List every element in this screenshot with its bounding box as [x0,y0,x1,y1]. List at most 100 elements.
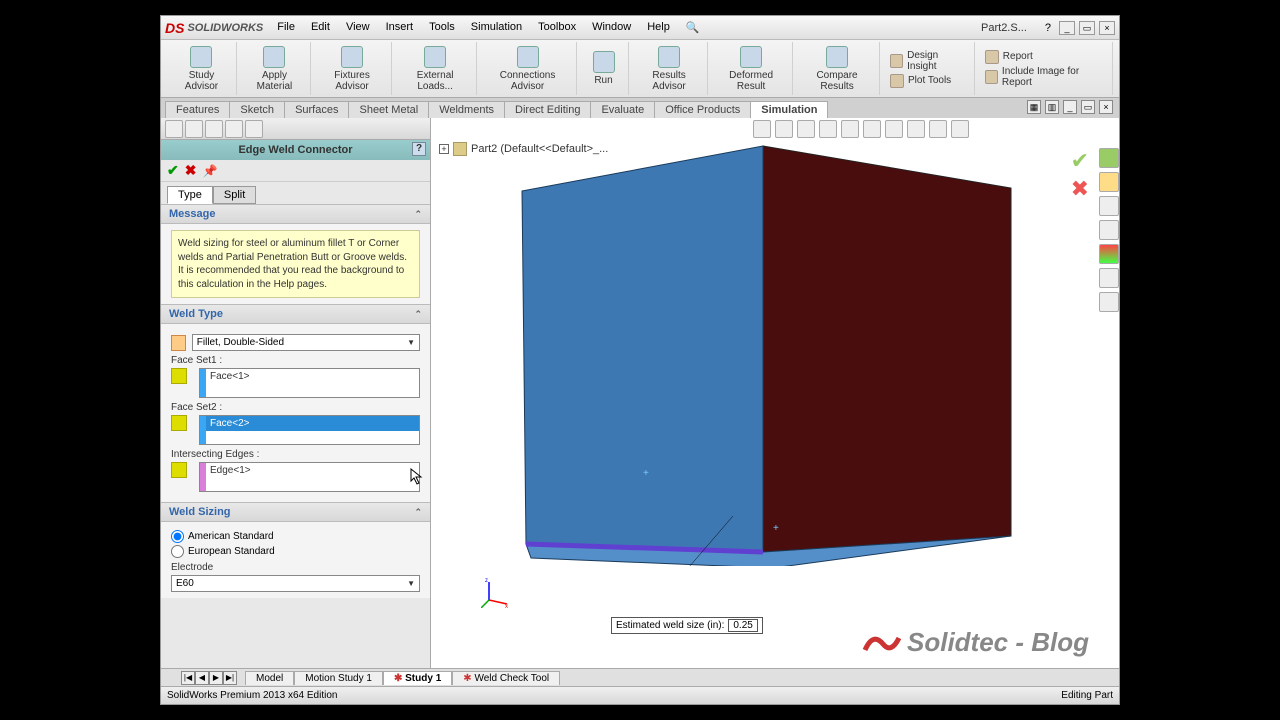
section-header-weld-sizing[interactable]: Weld Sizing⌃ [161,503,430,522]
menu-help[interactable]: Help [641,19,676,36]
tab-evaluate[interactable]: Evaluate [590,101,655,118]
radio-american-standard[interactable]: American Standard [171,530,420,543]
app-window: DS SOLIDWORKS File Edit View Insert Tool… [160,15,1120,705]
plot-tools-button[interactable]: Plot Tools [890,74,966,88]
menu-view[interactable]: View [340,19,376,36]
electrode-label: Electrode [171,562,420,573]
external-loads-button[interactable]: External Loads... [394,42,477,95]
radio-european-standard[interactable]: European Standard [171,545,420,558]
weld-type-icon [171,335,186,351]
simulation-tab-icon[interactable] [1099,292,1119,312]
tab-office-products[interactable]: Office Products [654,101,751,118]
bottom-tab-motion-study[interactable]: Motion Study 1 [294,671,383,685]
orientation-triad: z x [481,578,511,608]
pane-minimize-icon[interactable]: _ [1063,100,1077,114]
design-insight-icon [890,54,903,68]
pane-close-icon[interactable]: × [1099,100,1113,114]
tab-sheet-metal[interactable]: Sheet Metal [348,101,429,118]
deformed-result-button[interactable]: Deformed Result [710,42,793,95]
compare-icon [826,46,848,68]
confirm-check-icon[interactable]: ✔ [1071,148,1089,174]
tab-direct-editing[interactable]: Direct Editing [504,101,591,118]
tab-weldments[interactable]: Weldments [428,101,505,118]
run-button[interactable]: Run [579,42,629,95]
pushpin-icon[interactable]: 📌 [202,164,217,178]
menu-insert[interactable]: Insert [380,19,420,36]
pane-list-icon[interactable]: ▥ [1045,100,1059,114]
edge-icon[interactable] [171,462,187,478]
compare-results-button[interactable]: Compare Results [795,42,880,95]
expand-icon[interactable]: + [439,144,449,154]
menu-toolbox[interactable]: Toolbox [532,19,582,36]
confirm-cancel-icon[interactable]: ✖ [1071,176,1089,202]
display-manager-icon[interactable] [245,120,263,138]
design-library-tab-icon[interactable] [1099,172,1119,192]
svg-text:+: + [643,468,649,479]
svg-text:z: z [485,578,488,584]
pm-body[interactable]: Message⌃ Weld sizing for steel or alumin… [161,204,430,668]
appearances-tab-icon[interactable] [1099,244,1119,264]
bottom-tab-weld-check[interactable]: ✱ Weld Check Tool [452,671,560,685]
tab-first-icon[interactable]: |◀ [181,671,195,685]
report-button[interactable]: Report [985,50,1104,64]
restore-button[interactable]: ▭ [1079,21,1095,35]
pane-restore-icon[interactable]: ▭ [1081,100,1095,114]
minimize-button[interactable]: _ [1059,21,1075,35]
bottom-tab-model[interactable]: Model [245,671,294,685]
results-advisor-button[interactable]: Results Advisor [631,42,708,95]
tab-prev-icon[interactable]: ◀ [195,671,209,685]
est-value: 0.25 [728,619,757,632]
connections-advisor-button[interactable]: Connections Advisor [479,42,577,95]
design-insight-button[interactable]: Design Insight [890,50,966,72]
menu-tools[interactable]: Tools [423,19,461,36]
pm-subtabs: Type Split [161,182,430,204]
subtab-split[interactable]: Split [213,186,256,204]
ok-button[interactable]: ✔ [167,162,179,179]
tab-next-icon[interactable]: ▶ [209,671,223,685]
cancel-button[interactable]: ✖ [185,162,197,179]
property-manager-icon[interactable] [185,120,203,138]
pane-tile-icon[interactable]: ▦ [1027,100,1041,114]
property-manager-panel: Edge Weld Connector ? ✔ ✖ 📌 Type Split M… [161,118,431,668]
section-header-message[interactable]: Message⌃ [161,205,430,224]
include-image-button[interactable]: Include Image for Report [985,66,1104,88]
faceset1-selection-box[interactable]: Face<1> [199,368,420,398]
electrode-combo[interactable]: E60▼ [171,575,420,592]
help-icon[interactable]: ? [412,142,426,156]
study-advisor-button[interactable]: Study Advisor [167,42,237,95]
apply-material-button[interactable]: Apply Material [239,42,311,95]
weld-type-combo[interactable]: Fillet, Double-Sided▼ [192,334,420,351]
search-icon[interactable]: 🔍 [680,19,706,36]
resources-tab-icon[interactable] [1099,148,1119,168]
help-icon[interactable]: ? [1041,22,1055,34]
view-palette-tab-icon[interactable] [1099,220,1119,240]
dimxpert-icon[interactable] [225,120,243,138]
menu-simulation[interactable]: Simulation [465,19,528,36]
intersecting-edges-selection-box[interactable]: Edge<1> [199,462,420,492]
model-geometry[interactable]: + + [473,136,1013,566]
fixtures-advisor-button[interactable]: Fixtures Advisor [313,42,392,95]
menu-edit[interactable]: Edit [305,19,336,36]
graphics-viewport[interactable]: + Part2 (Default<<Default>_... + + [431,118,1119,668]
face-icon[interactable] [171,368,187,384]
tab-sketch[interactable]: Sketch [229,101,285,118]
collapse-icon: ⌃ [414,507,422,518]
connections-icon [517,46,539,68]
custom-props-tab-icon[interactable] [1099,268,1119,288]
subtab-type[interactable]: Type [167,186,213,204]
menu-file[interactable]: File [271,19,301,36]
tab-surfaces[interactable]: Surfaces [284,101,349,118]
tab-features[interactable]: Features [165,101,230,118]
est-label: Estimated weld size (in): [616,620,724,631]
menu-window[interactable]: Window [586,19,637,36]
tab-last-icon[interactable]: ▶| [223,671,237,685]
faceset2-selection-box[interactable]: Face<2> [199,415,420,445]
configuration-manager-icon[interactable] [205,120,223,138]
close-button[interactable]: × [1099,21,1115,35]
bottom-tab-study[interactable]: ✱ Study 1 [383,671,452,685]
section-header-weld-type[interactable]: Weld Type⌃ [161,305,430,324]
tab-simulation[interactable]: Simulation [750,101,828,118]
face-icon[interactable] [171,415,187,431]
feature-tree-icon[interactable] [165,120,183,138]
file-explorer-tab-icon[interactable] [1099,196,1119,216]
